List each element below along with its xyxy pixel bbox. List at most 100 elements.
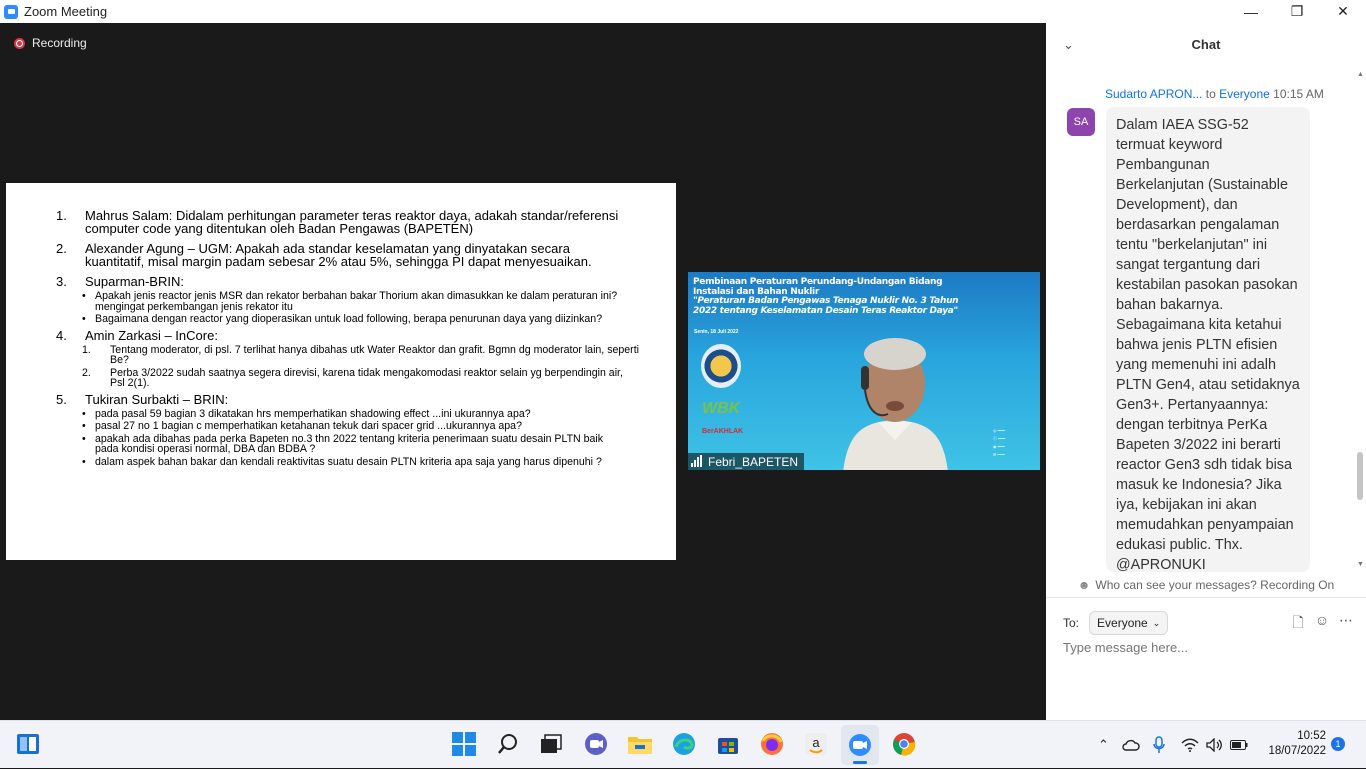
slide-sub-item: • apakah ada dibahas pada perka Bapeten n… <box>82 432 676 455</box>
slide-item: 2. Alexander Agung – UGM: Apakah ada stan… <box>56 242 676 268</box>
bapeten-emblem-icon <box>701 344 741 388</box>
slide-item-text: Mahrus Salam: Didalam perhitungan parame… <box>85 208 619 236</box>
participant-name: Febri_BAPETEN <box>708 454 799 469</box>
slide-sub-item: 1. Tentang moderator, di psl. 7 terlihat … <box>82 343 676 366</box>
message-sender[interactable]: Sudarto APRON... <box>1105 87 1202 101</box>
slide-sub-item: 2. Perba 3/2022 sudah saatnya segera dire… <box>82 366 676 389</box>
scroll-down-icon[interactable]: ▼ <box>1357 561 1364 568</box>
chevron-down-icon: ⌄ <box>1152 617 1161 628</box>
slide-item-text: Amin Zarkasi – InCore: <box>85 327 218 343</box>
participant-video <box>843 338 948 470</box>
message-time: 10:15 AM <box>1273 87 1324 101</box>
slide-item: 5. Tukiran Surbakti – BRIN: <box>56 393 676 406</box>
zoom-icon[interactable] <box>841 725 879 765</box>
participant-name-label: Febri_BAPETEN <box>688 453 805 470</box>
meeting-area: Recording 1. Mahrus Salam: Didalam perhit… <box>0 23 1046 720</box>
clock[interactable]: 10:52 18/07/2022 <box>1258 729 1326 759</box>
slide-sub-text: Perba 3/2022 sudah saatnya segera direvi… <box>110 366 623 389</box>
chat-header: ⌄ Chat <box>1046 23 1366 68</box>
chrome-icon[interactable] <box>890 730 918 758</box>
zoom-app-icon <box>4 4 18 19</box>
slide-item: 3. Suparman-BRIN: <box>56 275 676 288</box>
slide-sub-item: • pasal 27 no 1 bagian c memperhatikan ke… <box>82 421 676 432</box>
banner-title: Pembinaan Peraturan Perundang-Undangan B… <box>693 277 943 297</box>
slide-sub-text: dalam aspek bahan bakar dan kendali reak… <box>95 455 602 468</box>
show-hidden-icons[interactable]: ⌃ <box>1098 721 1109 769</box>
start-icon[interactable] <box>450 730 478 758</box>
minimize-button[interactable]: — <box>1228 0 1274 23</box>
chat-title: Chat <box>1191 37 1221 52</box>
chat-message-input[interactable] <box>1063 640 1353 655</box>
slide-sub-text: Apakah jenis reactor jenis MSR dan rekat… <box>95 290 618 313</box>
teams-icon[interactable] <box>582 730 610 758</box>
slide-sub-bullet: • <box>82 432 86 445</box>
shared-slide: 1. Mahrus Salam: Didalam perhitungan para… <box>6 183 676 560</box>
recording-label: Recording <box>32 36 87 50</box>
video-tile[interactable]: Pembinaan Peraturan Perundang-Undangan B… <box>688 272 1040 470</box>
slide-item: 1. Mahrus Salam: Didalam perhitungan para… <box>56 209 676 235</box>
slide-sub-bullet: • <box>82 313 86 325</box>
slide-sub-text: pasal 27 no 1 bagian c memperhatikan ket… <box>95 420 522 432</box>
event-banner: Pembinaan Peraturan Perundang-Undangan B… <box>693 277 968 316</box>
widgets-icon[interactable] <box>14 730 42 758</box>
battery-icon[interactable] <box>1230 721 1248 769</box>
slide-item-text: Suparman-BRIN: <box>85 274 184 289</box>
scrollbar-thumb[interactable] <box>1357 452 1363 500</box>
slide-item-number: 4. <box>56 327 67 343</box>
slide-sub-text: apakah ada dibahas pada perka Bapeten no… <box>95 432 604 455</box>
wifi-icon[interactable] <box>1181 721 1199 769</box>
slide-item-text: Tukiran Surbakti – BRIN: <box>85 391 229 407</box>
volume-icon[interactable] <box>1206 721 1224 769</box>
slide-sub-text: Bagaimana dengan reactor yang dioperasik… <box>95 313 603 325</box>
slide-sub-bullet: • <box>82 290 86 302</box>
banner-subtitle: "Peraturan Badan Pengawas Tenaga Nuklir … <box>693 296 959 316</box>
scroll-up-icon[interactable]: ▲ <box>1357 71 1364 78</box>
recipient-value: Everyone <box>1097 616 1148 630</box>
recording-indicator[interactable]: Recording <box>14 36 87 50</box>
edge-icon[interactable] <box>670 730 698 758</box>
chat-panel: ⌄ Chat Sudarto APRON... to Everyone 10:1… <box>1046 23 1366 720</box>
visibility-text: Who can see your messages? Recording On <box>1095 578 1335 592</box>
file-explorer-icon[interactable] <box>626 730 654 758</box>
visibility-notice[interactable]: ☻ Who can see your messages? Recording O… <box>1046 573 1366 598</box>
amazon-icon[interactable]: a <box>802 730 830 758</box>
recording-icon <box>14 37 25 49</box>
slide-sub-text: pada pasal 59 bagian 3 dikatakan hrs mem… <box>95 407 531 420</box>
berakhlak-logo: BerAKHLAK <box>702 428 744 435</box>
slide-sub-item: • dalam aspek bahan bakar dan kendali rea… <box>82 455 676 468</box>
slide-item: 4. Amin Zarkasi – InCore: <box>56 329 676 342</box>
close-button[interactable]: ✕ <box>1320 0 1366 23</box>
slide-sub-item: • pada pasal 59 bagian 3 dikatakan hrs me… <box>82 407 676 420</box>
event-date: Senin, 18 Juli 2022 <box>694 329 739 335</box>
title-bar: Zoom Meeting — ❐ ✕ <box>0 0 1366 23</box>
slide-sub-text: Tentang moderator, di psl. 7 terlihat ha… <box>110 343 639 366</box>
message-header: Sudarto APRON... to Everyone 10:15 AM <box>1105 87 1324 101</box>
recipient-dropdown[interactable]: Everyone ⌄ <box>1089 611 1169 635</box>
avatar: SA <box>1067 108 1095 136</box>
maximize-button[interactable]: ❐ <box>1274 0 1320 23</box>
store-icon[interactable] <box>714 730 742 758</box>
chat-tools: 🗋 ☺ ⋯ <box>1286 612 1358 636</box>
task-view-icon[interactable] <box>537 730 565 758</box>
more-icon[interactable]: ⋯ <box>1334 612 1358 636</box>
slide-sub-bullet: 2. <box>82 366 91 379</box>
firefox-icon[interactable] <box>758 730 786 758</box>
slide-item-number: 3. <box>56 274 67 289</box>
file-icon[interactable]: 🗋 <box>1286 612 1310 636</box>
notification-badge[interactable]: 1 <box>1331 737 1345 751</box>
microphone-icon[interactable] <box>1153 721 1165 769</box>
to-label: To: <box>1063 616 1080 630</box>
emoji-icon[interactable]: ☺ <box>1310 612 1334 636</box>
clock-date: 18/07/2022 <box>1268 745 1326 757</box>
chat-scrollbar[interactable] <box>1356 69 1364 571</box>
message-bubble: Dalam IAEA SSG-52 termuat keyword Pemban… <box>1106 107 1310 572</box>
people-icon: ☻ <box>1077 578 1091 592</box>
cloud-icon[interactable] <box>1122 721 1140 769</box>
message-recipient[interactable]: Everyone <box>1219 87 1270 101</box>
slide-item-text: Alexander Agung – UGM: Apakah ada standa… <box>85 241 592 269</box>
slide-sub-bullet: 1. <box>82 343 91 356</box>
search-icon[interactable] <box>494 730 522 758</box>
social-handles: ◎ ━━━ ⓕ ━━━ ◉ ━━━ ✉ ━━━ <box>993 428 1006 457</box>
clock-time: 10:52 <box>1297 730 1326 742</box>
slide-sub-bullet: • <box>82 455 86 468</box>
